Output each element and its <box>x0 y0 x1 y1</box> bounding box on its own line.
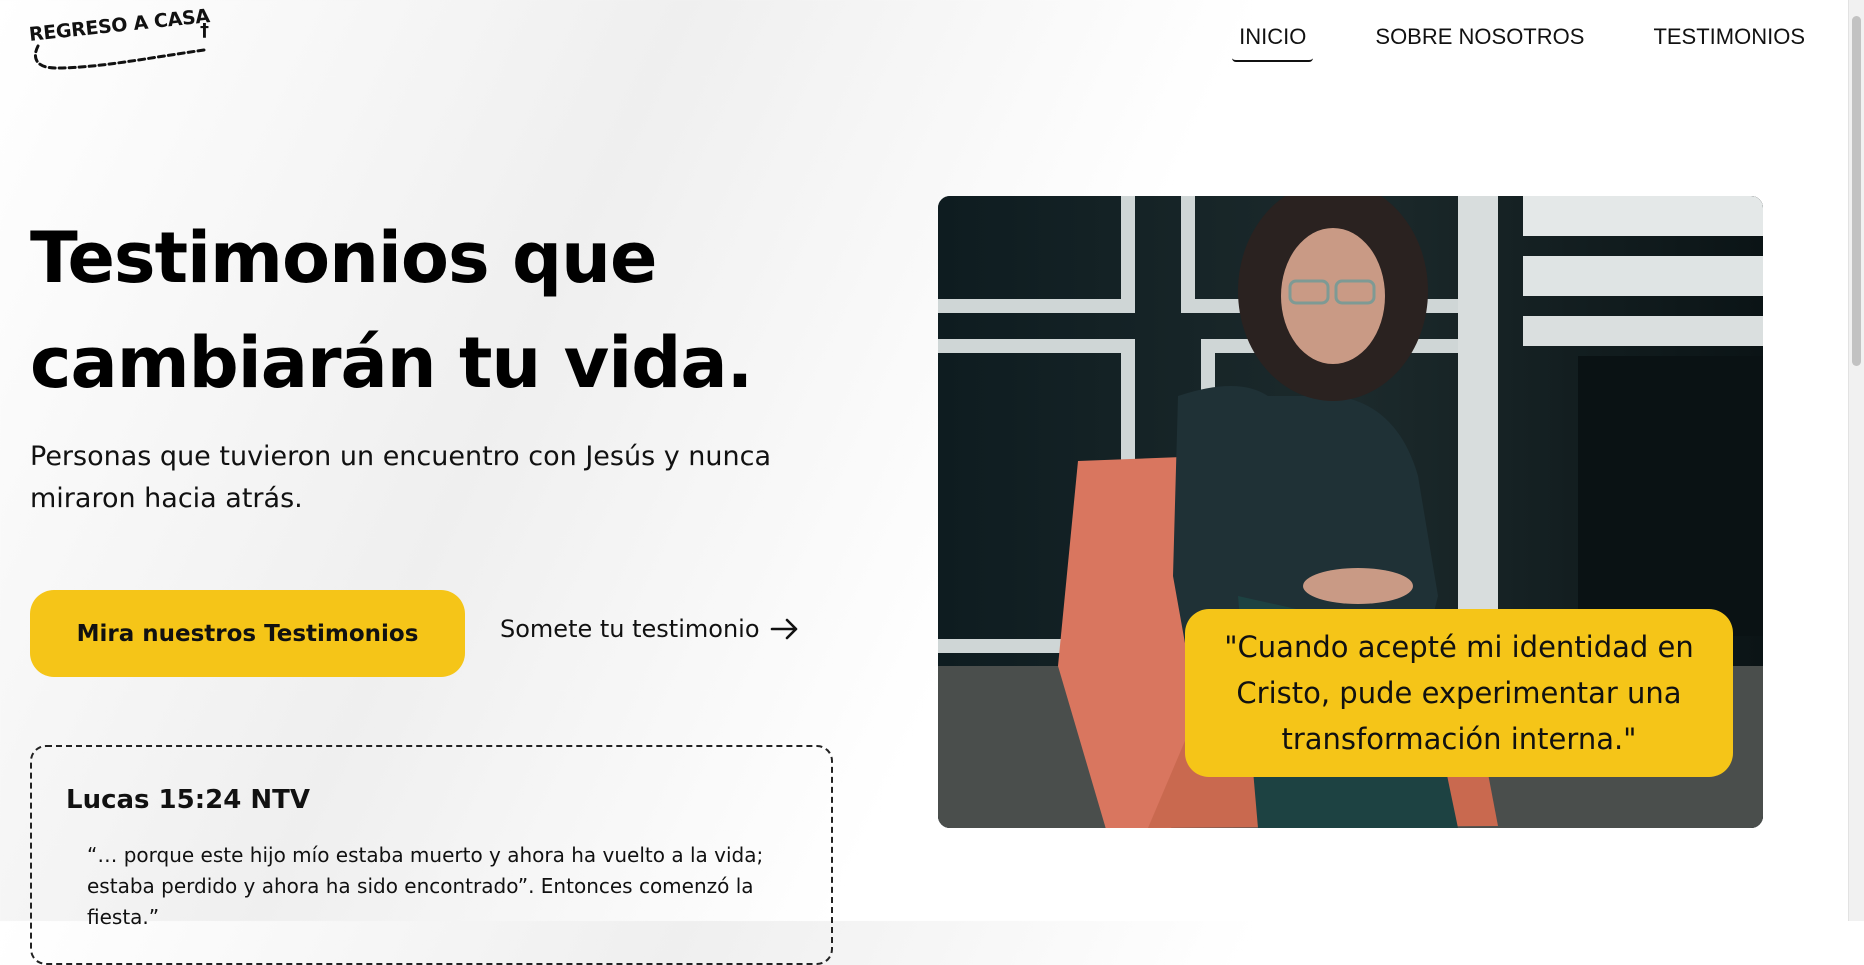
hero-subtitle: Personas que tuvieron un encuentro con J… <box>30 441 772 514</box>
verse-reference: Lucas 15:24 NTV <box>66 785 310 815</box>
arrow-right-icon <box>770 618 797 640</box>
testimonial-quote-card: "Cuando acepté mi identidad en Cristo, p… <box>1185 609 1733 777</box>
scrollbar-thumb[interactable] <box>1852 16 1861 366</box>
main-nav: INICIO SOBRE NOSOTROS TESTIMONIOS <box>1177 24 1812 62</box>
nav-item-sobre-nosotros[interactable]: SOBRE NOSOTROS <box>1368 24 1591 62</box>
page-scrollbar[interactable] <box>1848 0 1864 921</box>
submit-testimonial-label: Somete tu testimonio <box>500 615 760 643</box>
submit-testimonial-link[interactable]: Somete tu testimonio <box>500 615 800 643</box>
verse-text: “… porque este hijo mío estaba muerto y … <box>87 843 764 929</box>
cross-icon: † <box>200 20 209 41</box>
testimonial-quote: "Cuando acepté mi identidad en Cristo, p… <box>1224 630 1694 756</box>
hero-title: Testimonios que cambiarán tu vida. <box>30 217 753 404</box>
nav-item-inicio[interactable]: INICIO <box>1232 24 1314 62</box>
site-logo[interactable]: REGRESO A CASA † <box>28 5 214 74</box>
bible-verse-card: Lucas 15:24 NTV “… porque este hijo mío … <box>30 745 833 965</box>
watch-testimonials-button[interactable]: Mira nuestros Testimonios <box>30 590 465 677</box>
nav-item-testimonios[interactable]: TESTIMONIOS <box>1646 24 1812 62</box>
